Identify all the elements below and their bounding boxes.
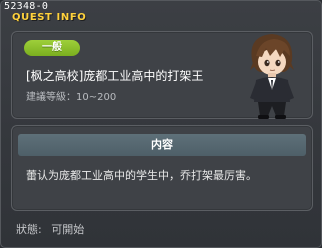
status-value: 可開始 [51,223,85,236]
quest-status: 狀態: 可開始 [16,221,84,237]
quest-info-window: 52348-0 QUEST INFO 一般 [枫之高校]庞都工业高中的打架王 建… [0,0,322,248]
category-badge: 一般 [24,40,80,56]
content-header: 内容 [18,134,306,156]
quest-name: [枫之高校]庞都工业高中的打架王 [26,69,204,83]
character-portrait-icon [250,34,294,119]
recommended-level: 建議等級：10~200 [26,92,117,103]
status-label: 狀態: [16,223,42,236]
window-title: QUEST INFO [12,12,87,23]
title-bar[interactable]: 52348-0 QUEST INFO [1,1,321,25]
quest-description: 蕾认为庞都工业高中的学生中，乔打架最厉害。 [26,169,257,182]
quest-content-panel: 内容 蕾认为庞都工业高中的学生中，乔打架最厉害。 [11,125,313,211]
quest-id-label: 52348-0 [4,1,49,12]
quest-summary-panel: 一般 [枫之高校]庞都工业高中的打架王 建議等級：10~200 [11,31,313,119]
